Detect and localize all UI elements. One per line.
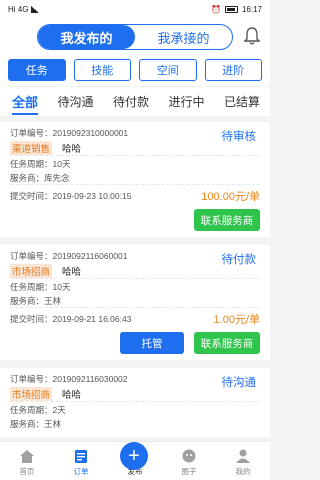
tab-my-published[interactable]: 我发布的 xyxy=(38,25,135,49)
publish-button[interactable]: + xyxy=(120,442,148,470)
submit-time: 提交时间：2019-09-21 16:06:43 xyxy=(10,314,132,324)
category-task[interactable]: 任务 xyxy=(8,59,66,81)
nav-profile-label: 我的 xyxy=(235,467,251,476)
task-name: 哈哈 xyxy=(62,266,82,278)
header: 我发布的 我承接的 xyxy=(0,18,270,56)
category-filter: 任务 技能 空间 进阶 xyxy=(0,56,270,86)
tab-pending-communication[interactable]: 待沟通 xyxy=(57,87,93,116)
service-provider: 服务商：王林 xyxy=(10,294,260,308)
time-price-row: 提交时间：2019-09-23 10:00:15 100.00元/单 xyxy=(10,185,260,207)
role-switch: 我发布的 我承接的 xyxy=(37,24,233,50)
card-actions: 托管 联系服务商 xyxy=(10,332,260,354)
status-tabs: 全部 待沟通 待付款 进行中 已结算 xyxy=(0,86,270,116)
nav-circle[interactable]: 圈子 xyxy=(162,442,216,480)
task-name: 哈哈 xyxy=(62,389,82,401)
category-space[interactable]: 空间 xyxy=(139,59,197,81)
circle-icon xyxy=(182,449,196,463)
tab-settled[interactable]: 已结算 xyxy=(224,87,260,116)
status-badge: 待付款 xyxy=(221,254,257,266)
category-tag: 市场招商 xyxy=(10,263,53,278)
task-period: 任务周期：2天 xyxy=(10,405,66,415)
time-price-row: 提交时间：2019-09-21 16:06:43 1.00元/单 xyxy=(10,308,260,330)
profile-icon xyxy=(236,449,250,463)
card-actions: 联系服务商 xyxy=(10,209,260,231)
order-card[interactable]: 订单编号：2019092310000001 待审核 渠道销售 哈哈 任务周期：1… xyxy=(0,122,270,237)
alarm-icon: ⏰ xyxy=(211,4,221,14)
price: 100.00元/单 xyxy=(201,191,260,203)
order-card[interactable]: 订单编号：2019092116060001 待付款 市场招商 哈哈 任务周期：1… xyxy=(0,245,270,360)
status-badge: 待审核 xyxy=(221,131,257,143)
contact-provider-button[interactable]: 联系服务商 xyxy=(194,209,260,231)
category-tag: 渠道销售 xyxy=(10,140,53,155)
nav-home[interactable]: 首页 xyxy=(0,442,54,480)
home-icon xyxy=(20,450,34,463)
status-badge: 待沟通 xyxy=(221,377,257,389)
orders-icon xyxy=(75,450,87,463)
order-list: 订单编号：2019092310000001 待审核 渠道销售 哈哈 任务周期：1… xyxy=(0,118,270,441)
category-skill[interactable]: 技能 xyxy=(73,59,131,81)
service-provider: 服务商：库先念 xyxy=(10,171,260,185)
task-name: 哈哈 xyxy=(62,143,82,155)
tab-my-accepted[interactable]: 我承接的 xyxy=(135,25,232,49)
signal-icon xyxy=(31,5,40,13)
task-period: 任务周期：10天 xyxy=(10,282,71,292)
battery-icon xyxy=(224,5,238,13)
status-bar: Hi 4G ⏰ 16:17 xyxy=(0,0,270,18)
plus-icon: + xyxy=(128,444,140,467)
service-provider: 服务商：王林 xyxy=(10,419,62,429)
category-tag: 市场招商 xyxy=(10,386,53,401)
nav-orders[interactable]: 订单 xyxy=(54,442,108,480)
tab-all[interactable]: 全部 xyxy=(12,87,39,116)
nav-home-label: 首页 xyxy=(19,467,35,476)
status-left: Hi 4G xyxy=(8,4,29,14)
nav-profile[interactable]: 我的 xyxy=(216,442,270,480)
status-time: 16:17 xyxy=(241,4,262,14)
tab-in-progress[interactable]: 进行中 xyxy=(168,87,204,116)
task-period: 任务周期：10天 xyxy=(10,159,71,169)
nav-orders-label: 订单 xyxy=(73,467,89,476)
order-card[interactable]: 订单编号：2019092116030002 待沟通 市场招商 哈哈 任务周期：2… xyxy=(0,368,270,437)
tab-pending-payment[interactable]: 待付款 xyxy=(113,87,149,116)
submit-time: 提交时间：2019-09-23 10:00:15 xyxy=(10,191,132,201)
category-advanced[interactable]: 进阶 xyxy=(204,59,262,81)
nav-circle-label: 圈子 xyxy=(181,467,197,476)
escrow-button[interactable]: 托管 xyxy=(120,332,184,354)
contact-provider-button[interactable]: 联系服务商 xyxy=(194,332,260,354)
bell-icon[interactable] xyxy=(244,27,260,45)
price: 1.00元/单 xyxy=(213,314,260,326)
